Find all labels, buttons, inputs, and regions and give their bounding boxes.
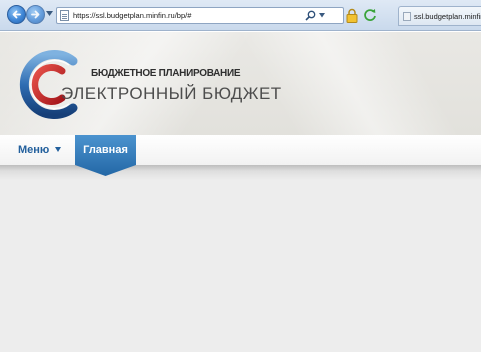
lock-icon[interactable] <box>346 8 358 23</box>
menu-dropdown-button[interactable]: Меню <box>18 144 49 157</box>
chevron-down-icon[interactable] <box>55 147 61 152</box>
address-dropdown-icon[interactable] <box>319 13 325 18</box>
back-arrow-icon <box>12 10 21 19</box>
page-icon <box>60 10 69 21</box>
address-bar[interactable]: https://ssl.budgetplan.minfin.ru/bp/# <box>56 7 344 24</box>
tab-page-icon <box>403 12 411 21</box>
tab-title: ssl.budgetplan.minfin.r <box>414 12 481 21</box>
back-button[interactable] <box>7 5 26 24</box>
recent-pages-dropdown-icon[interactable] <box>46 11 53 17</box>
site-header: БЮДЖЕТНОЕ ПЛАНИРОВАНИЕ ЭЛЕКТРОННЫЙ БЮДЖЕ… <box>0 32 481 135</box>
browser-toolbar: https://ssl.budgetplan.minfin.ru/bp/# ss… <box>0 0 481 31</box>
tab-home-label[interactable]: Главная <box>75 144 136 157</box>
address-url[interactable]: https://ssl.budgetplan.minfin.ru/bp/# <box>73 11 191 20</box>
main-content-area <box>0 180 481 352</box>
forward-button[interactable] <box>26 5 45 24</box>
forward-arrow-icon <box>31 10 40 19</box>
menu-shadow <box>0 165 481 180</box>
search-icon[interactable] <box>305 10 316 21</box>
brand-subtitle: БЮДЖЕТНОЕ ПЛАНИРОВАНИЕ <box>91 68 241 79</box>
browser-tab[interactable]: ssl.budgetplan.minfin.r <box>398 6 481 26</box>
main-menu-bar: Меню <box>0 135 481 165</box>
refresh-icon[interactable] <box>363 8 377 22</box>
brand-title: ЭЛЕКТРОННЫЙ БЮДЖЕТ <box>61 84 282 103</box>
